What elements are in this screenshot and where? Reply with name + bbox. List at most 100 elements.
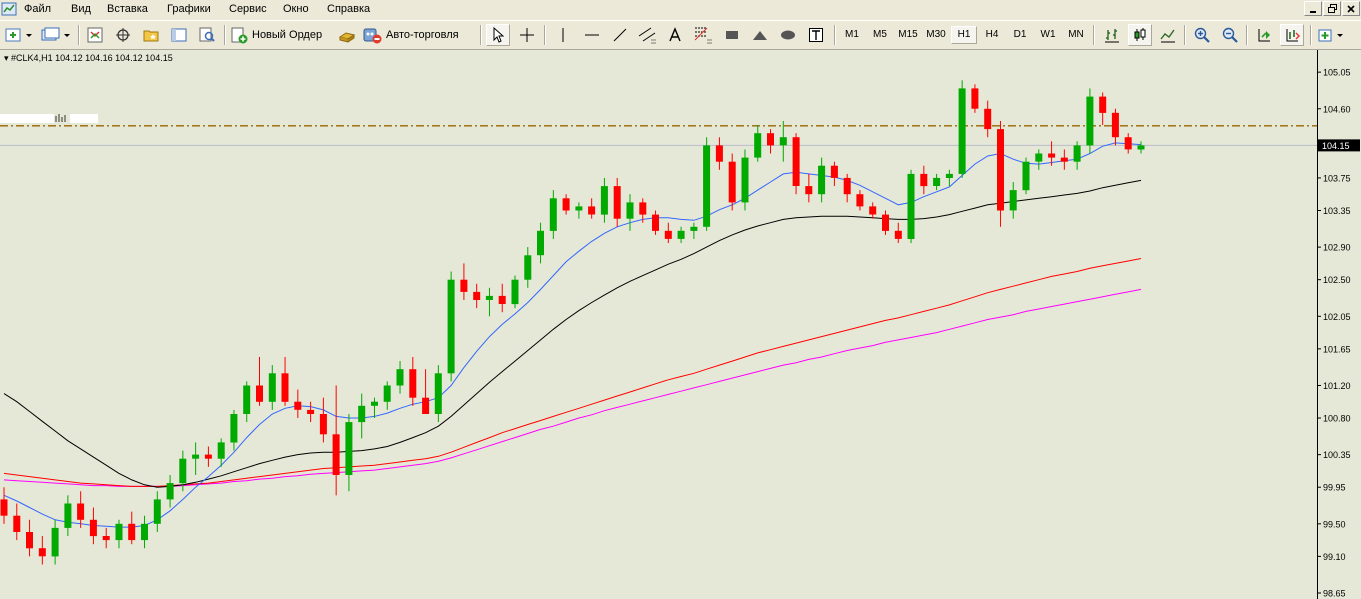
- autoscroll-button[interactable]: [1280, 24, 1304, 46]
- chart-header: ▾ #CLK4,H1 104.12 104.16 104.12 104.15: [4, 53, 173, 64]
- horizontal-line-button[interactable]: [580, 24, 604, 46]
- menu-file[interactable]: Файл: [24, 2, 51, 16]
- new-order-icon: [231, 27, 248, 44]
- trendline-button[interactable]: [608, 24, 632, 46]
- menu-charts[interactable]: Графики: [167, 2, 211, 16]
- timeframe-m5[interactable]: M5: [867, 26, 893, 44]
- text-label-icon: [809, 28, 823, 42]
- price-label: 99.95: [1323, 483, 1346, 493]
- bar-chart-button[interactable]: [1100, 24, 1124, 46]
- zoom-in-button[interactable]: [1190, 24, 1214, 46]
- candlestick-chart-button[interactable]: [1128, 24, 1152, 46]
- minimize-button[interactable]: [1304, 1, 1322, 16]
- rectangle-button[interactable]: [720, 24, 744, 46]
- terminal-button[interactable]: [168, 24, 190, 46]
- candle-body: [792, 137, 800, 186]
- candle-body: [307, 409, 315, 414]
- options-button[interactable]: [336, 24, 358, 46]
- candlestick-icon: [1134, 28, 1146, 41]
- cursor-tool-button[interactable]: [486, 24, 510, 46]
- candle: [511, 275, 519, 309]
- navigator-button[interactable]: [140, 24, 162, 46]
- candle-body: [0, 499, 8, 516]
- candle-body: [652, 214, 659, 231]
- data-window-button[interactable]: [112, 24, 134, 46]
- zoom-in-icon: [1194, 27, 1210, 43]
- timeframe-m1[interactable]: M1: [839, 26, 865, 44]
- crosshair-tool-button[interactable]: [514, 24, 540, 46]
- menu-view[interactable]: Вид: [71, 2, 91, 16]
- market-watch-button[interactable]: [84, 24, 106, 46]
- autotrading-label: Авто-торговля: [386, 29, 459, 41]
- candle-body: [1022, 161, 1030, 191]
- menu-insert[interactable]: Вставка: [107, 2, 148, 16]
- candle-body: [192, 454, 200, 459]
- timeframe-m15[interactable]: M15: [895, 26, 921, 44]
- candle-body: [588, 206, 596, 215]
- chart-menu-arrow-icon[interactable]: ▾: [4, 53, 9, 63]
- candle-body: [422, 397, 430, 414]
- candle-body: [882, 214, 889, 231]
- horizontal-line-icon: [585, 34, 599, 36]
- ellipse-icon: [781, 30, 795, 40]
- zoom-out-button[interactable]: [1218, 24, 1242, 46]
- price-label: 103.75: [1323, 173, 1351, 183]
- chart-shift-button[interactable]: [1252, 24, 1276, 46]
- price-label: 105.05: [1323, 68, 1351, 78]
- new-order-button[interactable]: Новый Ордер: [230, 24, 332, 46]
- candle-body: [358, 405, 366, 423]
- triangle-button[interactable]: [748, 24, 772, 46]
- candle: [741, 149, 749, 211]
- candle-body: [907, 173, 915, 239]
- candle-body: [1073, 145, 1081, 162]
- candle-body: [715, 145, 723, 162]
- candle-body: [639, 202, 647, 215]
- timeframe-m30[interactable]: M30: [923, 26, 949, 44]
- timeframe-h4[interactable]: H4: [979, 26, 1005, 44]
- candlestick-chart[interactable]: 105.05 104.60 104.15 103.75 103.35 102.90 102.…: [0, 50, 1361, 599]
- candle-body: [779, 137, 787, 146]
- equidistant-channel-button[interactable]: [634, 24, 660, 46]
- trendline-icon: [613, 28, 627, 42]
- timeframe-mn[interactable]: MN: [1063, 26, 1089, 44]
- fibonacci-icon: [694, 27, 712, 44]
- ellipse-button[interactable]: [776, 24, 800, 46]
- strategy-tester-button[interactable]: [196, 24, 218, 46]
- menu-window[interactable]: Окно: [283, 2, 309, 16]
- plot-background: [0, 50, 1317, 599]
- candle-body: [818, 165, 826, 195]
- timeframe-d1[interactable]: D1: [1007, 26, 1033, 44]
- indicators-button[interactable]: [1316, 24, 1348, 46]
- autotrading-button[interactable]: Авто-торговля: [362, 24, 474, 46]
- candle-body: [409, 369, 417, 398]
- candle: [1086, 88, 1094, 154]
- menu-help[interactable]: Справка: [327, 2, 370, 16]
- fibonacci-button[interactable]: [690, 24, 716, 46]
- restore-button[interactable]: [1323, 1, 1341, 16]
- candle-body: [319, 414, 327, 435]
- candle-body: [89, 519, 97, 537]
- close-button[interactable]: [1342, 1, 1360, 16]
- timeframe-h1[interactable]: H1: [951, 26, 977, 44]
- candle-body: [268, 373, 276, 402]
- text-tool-button[interactable]: [664, 24, 686, 46]
- candle-body: [767, 133, 774, 146]
- candle-body: [256, 385, 263, 402]
- candle-body: [575, 206, 583, 211]
- toolbar: Новый Ордер Авто-торговля M1 M5 M15 M30 …: [0, 20, 1361, 50]
- candle-body: [332, 434, 340, 475]
- profiles-button[interactable]: [40, 24, 72, 46]
- new-chart-button[interactable]: [4, 24, 34, 46]
- timeframe-w1[interactable]: W1: [1035, 26, 1061, 44]
- market-watch-icon: [87, 27, 103, 43]
- line-chart-button[interactable]: [1156, 24, 1180, 46]
- candle-body: [447, 279, 455, 374]
- menu-tools[interactable]: Сервис: [229, 2, 267, 16]
- candle-body: [204, 454, 212, 459]
- candle-body: [664, 230, 672, 239]
- text-label-button[interactable]: [804, 24, 828, 46]
- minimize-icon: [1310, 11, 1316, 13]
- candle: [703, 137, 711, 231]
- vertical-line-button[interactable]: [552, 24, 574, 46]
- candle-body: [153, 499, 161, 524]
